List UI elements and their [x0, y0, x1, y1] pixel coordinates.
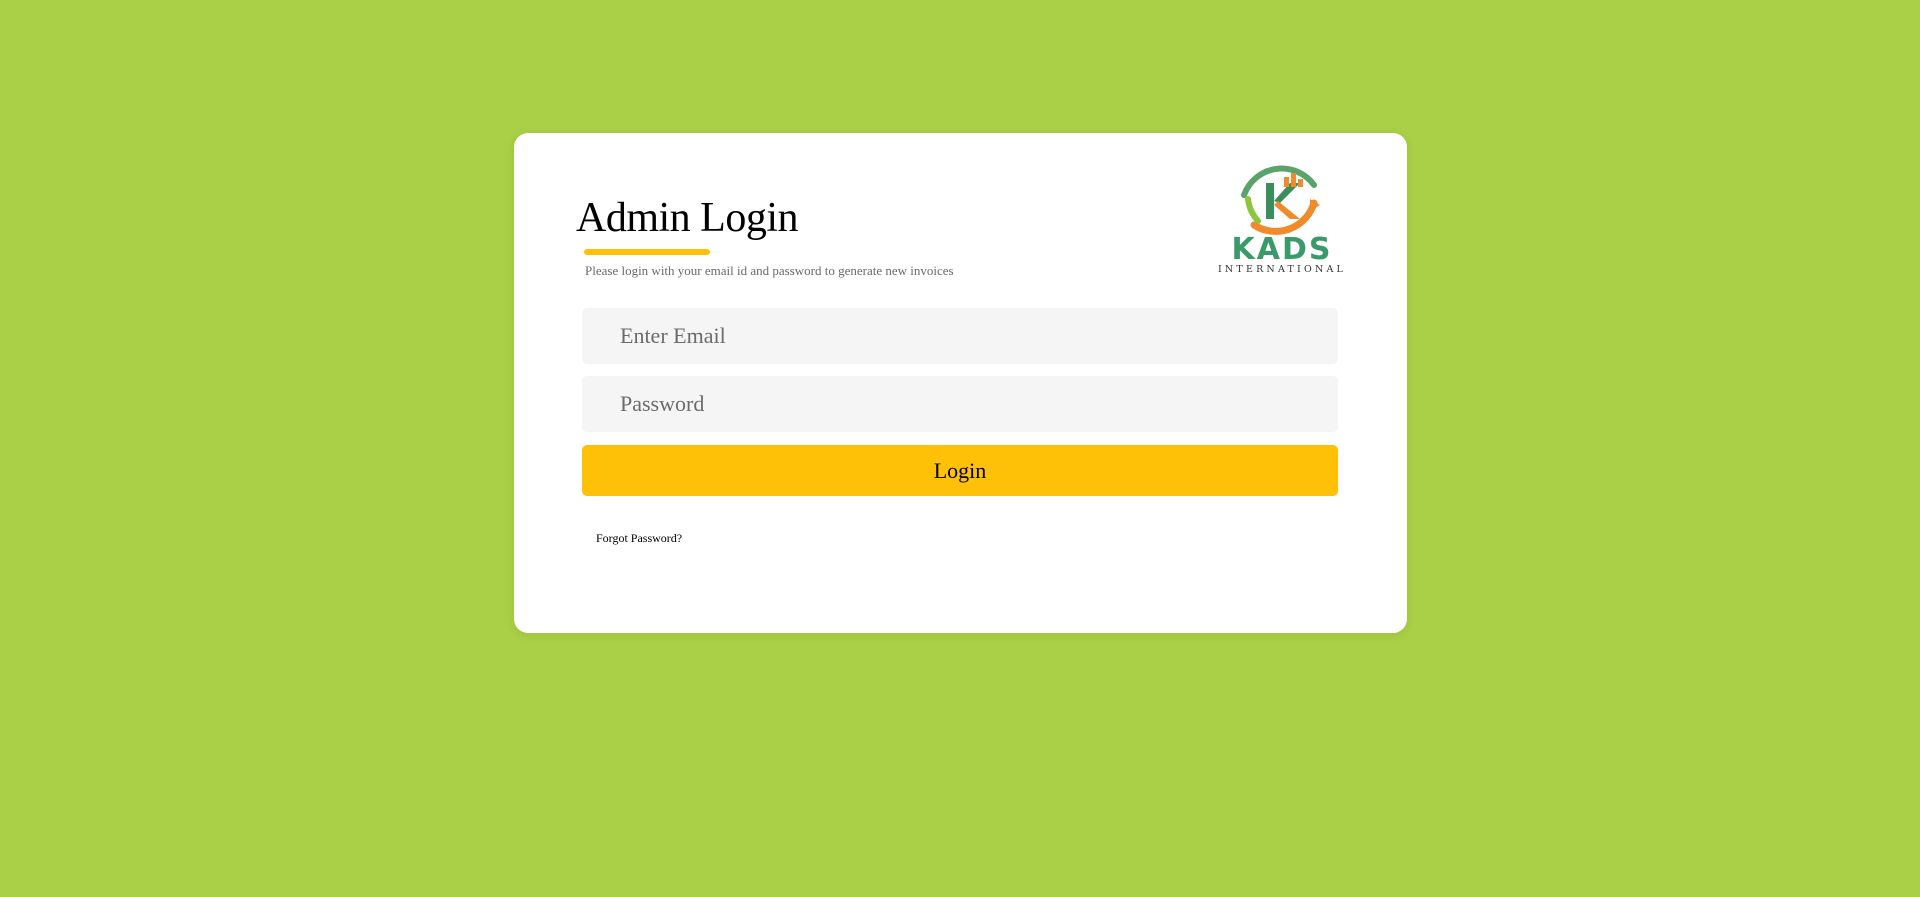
- logo-wordmark: KADS: [1232, 232, 1333, 267]
- title-underline: [584, 249, 710, 255]
- login-subtitle: Please login with your email id and pass…: [585, 263, 954, 278]
- page-title: Admin Login: [576, 195, 799, 241]
- kads-logo-icon: KADS INTERNATIONAL: [1214, 155, 1350, 275]
- login-button[interactable]: Login: [582, 445, 1338, 496]
- login-card: Admin Login Please login with your email…: [514, 133, 1407, 633]
- logo-tagline: INTERNATIONAL: [1218, 264, 1346, 275]
- email-field[interactable]: [582, 308, 1338, 364]
- forgot-password-link[interactable]: Forgot Password?: [596, 531, 682, 546]
- password-field[interactable]: [582, 376, 1338, 432]
